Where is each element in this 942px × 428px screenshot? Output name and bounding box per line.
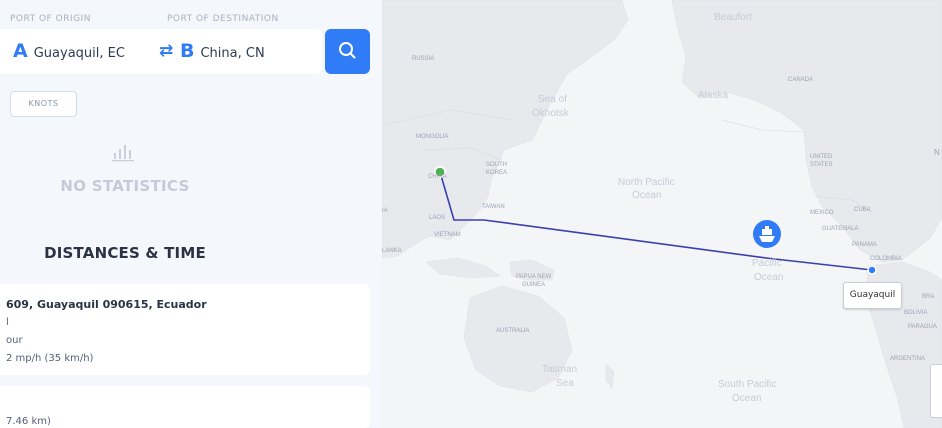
- map-label: AUSTRALIA: [496, 328, 529, 334]
- map-label: MONGOLIA: [416, 134, 448, 140]
- distance-text: 7.46 km): [6, 416, 51, 427]
- zoom-control[interactable]: [930, 364, 942, 418]
- map-label: MEXICO: [810, 210, 834, 216]
- origin-letter: A: [13, 40, 28, 62]
- map-label: LANKA: [382, 248, 402, 254]
- map-label: Ocean: [754, 272, 783, 283]
- north-america-land: [671, 0, 942, 263]
- map-label: STATES: [810, 162, 832, 168]
- route-map[interactable]: RUSSIA Beaufort Alaska CANADA Sea of Okh…: [382, 0, 942, 428]
- no-statistics-text: NO STATISTICS: [60, 177, 190, 195]
- address-text: 609, Guayaquil 090615, Ecuador: [6, 298, 207, 311]
- map-label: North Pacific: [618, 177, 675, 188]
- nz-land: [605, 363, 615, 389]
- map-label: RUSSIA: [412, 56, 434, 62]
- route-input-box: A Guayaquil, EC ⇄ B China, CN: [0, 29, 322, 74]
- map-label: N: [934, 148, 940, 157]
- map-label: Sea: [556, 378, 574, 389]
- asia-land: [382, 0, 629, 259]
- australia-land: [463, 285, 573, 393]
- distance-card: 7.46 km): [0, 386, 370, 428]
- swap-icon[interactable]: ⇄: [159, 29, 173, 74]
- map-label: ARGENTINA: [890, 356, 925, 362]
- map-label: BRA: [922, 294, 934, 300]
- destination-tooltip: Guayaquil: [843, 282, 902, 309]
- map-label: CANADA: [788, 77, 813, 83]
- map-label: IA: [382, 208, 388, 214]
- destination-value: China, CN: [200, 46, 265, 61]
- map-label: TAIWAN: [482, 204, 505, 210]
- map-label: SOUTH: [486, 162, 507, 168]
- map-label: Ocean: [732, 393, 761, 404]
- knots-unit-button[interactable]: KNOTS: [10, 91, 77, 117]
- distances-title: DISTANCES & TIME: [44, 244, 206, 262]
- origin-field[interactable]: A Guayaquil, EC: [13, 29, 125, 74]
- origin-value: Guayaquil, EC: [33, 46, 125, 61]
- destination-field[interactable]: B China, CN: [180, 29, 265, 74]
- destination-letter: B: [180, 40, 195, 62]
- search-button[interactable]: [325, 29, 370, 74]
- map-label: LAOS: [429, 215, 445, 221]
- destination-label: PORT OF DESTINATION: [167, 14, 279, 24]
- card-line: l: [6, 317, 9, 328]
- map-label: Okhotsk: [532, 108, 570, 119]
- origin-label: PORT OF ORIGIN: [10, 14, 91, 24]
- map-label: CUBA: [854, 207, 871, 213]
- distance-card: 609, Guayaquil 090615, Ecuador l our 2 m…: [0, 284, 370, 375]
- destination-marker[interactable]: [867, 265, 877, 275]
- route-form: PORT OF ORIGIN PORT OF DESTINATION A Guay…: [0, 0, 382, 88]
- map-label: Beaufort: [714, 12, 752, 23]
- map-label: PANAMA: [852, 242, 877, 248]
- map-label: Sea of: [538, 94, 567, 105]
- speed-text: 2 mp/h (35 km/h): [6, 353, 94, 364]
- map-label: Tasman: [542, 364, 577, 375]
- map-label: VIETNAM: [434, 232, 461, 238]
- map-label: PARAGUA: [908, 324, 937, 330]
- map-label: UNITED: [810, 154, 833, 160]
- map-label: Pacific: [752, 258, 781, 269]
- map-label: KOREA: [486, 170, 507, 176]
- map-label: Ocean: [632, 190, 661, 201]
- map-label: GUATEMALA: [822, 226, 859, 232]
- map-label: PAPUA NEW: [516, 274, 552, 280]
- map-label: GUINEA: [522, 282, 545, 288]
- map-label: CHINA: [428, 174, 447, 180]
- card-line: our: [6, 335, 23, 346]
- map-label: COLOMBIA: [870, 256, 902, 262]
- search-icon: [339, 42, 356, 59]
- map-label: Alaska: [698, 90, 728, 101]
- indonesia-land: [425, 257, 501, 279]
- map-label: BOLIVIA: [904, 310, 927, 316]
- route-panel: PORT OF ORIGIN PORT OF DESTINATION A Guay…: [0, 0, 382, 428]
- bar-chart-icon: [112, 145, 134, 162]
- ship-icon[interactable]: [753, 220, 781, 248]
- map-label: South Pacific: [718, 379, 776, 390]
- map-canvas: RUSSIA Beaufort Alaska CANADA Sea of Okh…: [382, 0, 942, 428]
